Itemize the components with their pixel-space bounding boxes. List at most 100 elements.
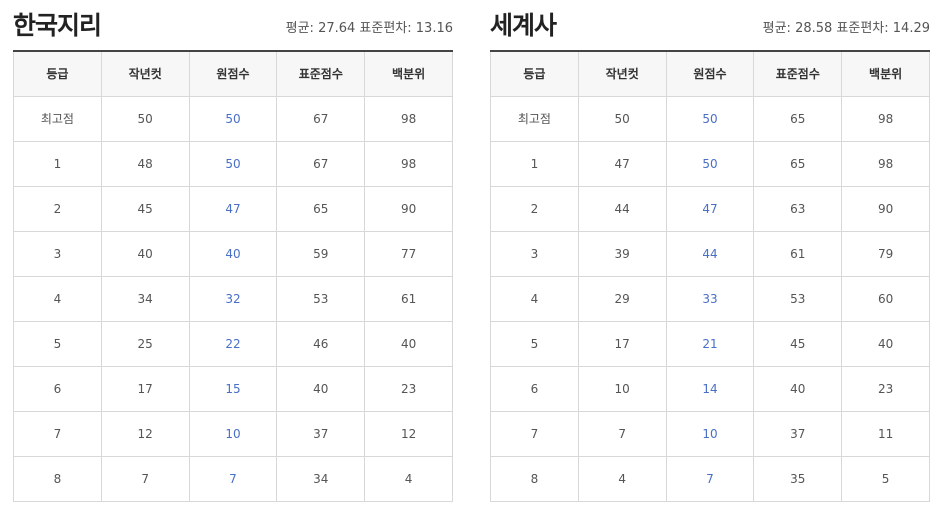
cell-grade: 5	[13, 320, 102, 367]
cell-percentile: 61	[364, 275, 453, 322]
panel-world-history: 세계사 평균: 28.58 표준편차: 14.29 등급 작년컷 원점수 표준점수 백분…	[490, 0, 930, 502]
cell-grade: 1	[490, 140, 579, 187]
column-header-percentile: 백분위	[364, 50, 453, 97]
column-header-standard-score: 표준점수	[276, 50, 366, 97]
cell-grade: 8	[13, 455, 102, 502]
cell-percentile: 79	[841, 230, 930, 277]
cell-raw-score: 47	[188, 185, 278, 232]
table-row: 4 29 33 53 60	[490, 275, 930, 322]
cell-percentile: 77	[364, 230, 453, 277]
cell-last-year-cut: 48	[100, 140, 190, 187]
cell-last-year-cut: 7	[577, 410, 667, 457]
cell-last-year-cut: 7	[100, 455, 190, 502]
table-header-row: 등급 작년컷 원점수 표준점수 백분위	[490, 50, 930, 97]
panel-korean-geography: 한국지리 평균: 27.64 표준편차: 13.16 등급 작년컷 원점수 표준점수 백…	[13, 0, 453, 502]
column-header-raw-score: 원점수	[665, 50, 755, 97]
cell-raw-score: 50	[188, 95, 278, 142]
cell-standard-score: 53	[276, 275, 366, 322]
cell-last-year-cut: 40	[100, 230, 190, 277]
column-header-grade: 등급	[13, 50, 102, 97]
cell-grade: 5	[490, 320, 579, 367]
cell-percentile: 98	[364, 140, 453, 187]
column-header-last-year-cut: 작년컷	[577, 50, 667, 97]
table-row: 8 7 7 34 4	[13, 455, 453, 502]
cell-grade: 7	[490, 410, 579, 457]
cell-percentile: 98	[364, 95, 453, 142]
column-header-standard-score: 표준점수	[753, 50, 843, 97]
cell-last-year-cut: 44	[577, 185, 667, 232]
cell-raw-score: 47	[665, 185, 755, 232]
cell-raw-score: 33	[665, 275, 755, 322]
cell-raw-score: 50	[188, 140, 278, 187]
cell-raw-score: 22	[188, 320, 278, 367]
cell-percentile: 4	[364, 455, 453, 502]
cell-last-year-cut: 12	[100, 410, 190, 457]
cell-standard-score: 40	[753, 365, 843, 412]
cell-grade: 최고점	[13, 95, 102, 142]
cell-standard-score: 59	[276, 230, 366, 277]
panel-stats: 평균: 28.58 표준편차: 14.29	[762, 21, 930, 36]
cell-percentile: 40	[364, 320, 453, 367]
grade-table: 등급 작년컷 원점수 표준점수 백분위 최고점 50 50 67 98 1 48 50 67 98 2 45 4…	[13, 50, 453, 502]
table-row: 최고점 50 50 65 98	[490, 95, 930, 142]
cell-grade: 8	[490, 455, 579, 502]
table-header-row: 등급 작년컷 원점수 표준점수 백분위	[13, 50, 453, 97]
table-row: 1 47 50 65 98	[490, 140, 930, 187]
cell-last-year-cut: 47	[577, 140, 667, 187]
cell-grade: 최고점	[490, 95, 579, 142]
panel-header: 세계사 평균: 28.58 표준편차: 14.29	[490, 0, 930, 50]
cell-standard-score: 37	[276, 410, 366, 457]
cell-standard-score: 61	[753, 230, 843, 277]
cell-last-year-cut: 50	[100, 95, 190, 142]
cell-standard-score: 46	[276, 320, 366, 367]
table-row: 5 25 22 46 40	[13, 320, 453, 367]
panel-title: 한국지리	[13, 11, 102, 40]
cell-percentile: 90	[841, 185, 930, 232]
cell-raw-score: 15	[188, 365, 278, 412]
cell-percentile: 11	[841, 410, 930, 457]
cell-grade: 3	[490, 230, 579, 277]
cell-percentile: 98	[841, 140, 930, 187]
cell-raw-score: 40	[188, 230, 278, 277]
cell-standard-score: 34	[276, 455, 366, 502]
table-row: 4 34 32 53 61	[13, 275, 453, 322]
panel-header: 한국지리 평균: 27.64 표준편차: 13.16	[13, 0, 453, 50]
cell-raw-score: 7	[665, 455, 755, 502]
cell-last-year-cut: 25	[100, 320, 190, 367]
cell-raw-score: 21	[665, 320, 755, 367]
table-row: 5 17 21 45 40	[490, 320, 930, 367]
cell-grade: 4	[13, 275, 102, 322]
cell-raw-score: 50	[665, 95, 755, 142]
cell-grade: 4	[490, 275, 579, 322]
column-header-last-year-cut: 작년컷	[100, 50, 190, 97]
cell-last-year-cut: 39	[577, 230, 667, 277]
cell-last-year-cut: 50	[577, 95, 667, 142]
table-row: 2 44 47 63 90	[490, 185, 930, 232]
cell-last-year-cut: 4	[577, 455, 667, 502]
cell-grade: 6	[490, 365, 579, 412]
table-row: 최고점 50 50 67 98	[13, 95, 453, 142]
cell-last-year-cut: 29	[577, 275, 667, 322]
cell-last-year-cut: 45	[100, 185, 190, 232]
table-row: 1 48 50 67 98	[13, 140, 453, 187]
table-row: 6 17 15 40 23	[13, 365, 453, 412]
panel-title: 세계사	[490, 11, 557, 40]
column-header-raw-score: 원점수	[188, 50, 278, 97]
column-header-grade: 등급	[490, 50, 579, 97]
cell-standard-score: 67	[276, 140, 366, 187]
column-header-percentile: 백분위	[841, 50, 930, 97]
cell-grade: 2	[490, 185, 579, 232]
cell-percentile: 60	[841, 275, 930, 322]
cell-standard-score: 35	[753, 455, 843, 502]
cell-raw-score: 32	[188, 275, 278, 322]
cell-percentile: 40	[841, 320, 930, 367]
table-row: 7 12 10 37 12	[13, 410, 453, 457]
cell-standard-score: 65	[753, 95, 843, 142]
table-row: 2 45 47 65 90	[13, 185, 453, 232]
panel-stats: 평균: 27.64 표준편차: 13.16	[285, 21, 453, 36]
cell-raw-score: 44	[665, 230, 755, 277]
cell-raw-score: 10	[665, 410, 755, 457]
cell-percentile: 98	[841, 95, 930, 142]
cell-standard-score: 53	[753, 275, 843, 322]
cell-percentile: 23	[841, 365, 930, 412]
